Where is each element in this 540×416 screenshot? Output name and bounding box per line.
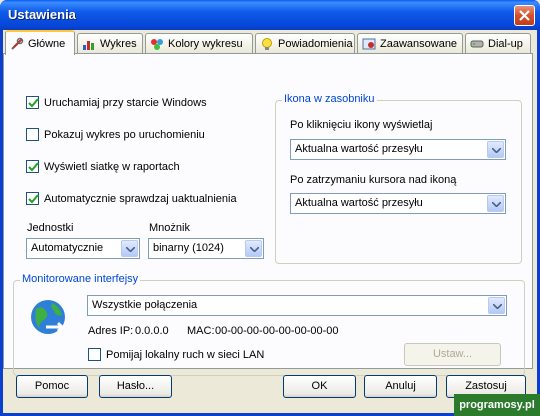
dropdown-button[interactable]	[245, 240, 262, 257]
watermark: programosy.pl	[454, 394, 540, 416]
tab-dialup[interactable]: Dial-up	[465, 33, 531, 54]
tab-label: Dial-up	[488, 38, 523, 50]
settings-window: Ustawienia Główne Wykres Kolory wykresu …	[0, 0, 540, 416]
dropdown-button[interactable]	[488, 297, 505, 314]
network-globe-icon	[28, 297, 70, 342]
checkmark-icon	[28, 194, 39, 204]
interfaces-group: Monitorowane interfejsy Wszystkie połącz…	[13, 273, 525, 376]
close-icon	[519, 10, 530, 21]
chevron-down-icon	[493, 304, 502, 309]
checkmark-icon	[28, 162, 39, 172]
chevron-down-icon	[250, 247, 259, 252]
show-chart-checkbox[interactable]: Pokazuj wykres po uruchomieniu	[26, 128, 205, 141]
tab-general[interactable]: Główne	[5, 30, 75, 55]
modem-icon	[470, 37, 484, 51]
checkbox-box[interactable]	[88, 348, 101, 361]
lightbulb-icon	[260, 37, 274, 51]
checkmark-icon	[28, 98, 39, 108]
checkbox-label: Uruchamiaj przy starcie Windows	[44, 96, 207, 109]
startup-checkbox[interactable]: Uruchamiaj przy starcie Windows	[26, 96, 207, 109]
tray-hover-select[interactable]: Aktualna wartość przesyłu	[290, 193, 506, 214]
checkbox-label: Wyświetl siatkę w raportach	[44, 160, 180, 173]
tab-strip: Główne Wykres Kolory wykresu Powiadomien…	[3, 30, 537, 55]
checkbox-box[interactable]	[26, 192, 39, 205]
interface-value: Wszystkie połączenia	[92, 299, 198, 311]
units-label: Jednostki	[27, 222, 74, 234]
tab-chart[interactable]: Wykres	[77, 33, 143, 54]
updates-checkbox[interactable]: Automatycznie sprawdzaj uaktualnienia	[26, 192, 237, 205]
tab-notifications[interactable]: Powiadomienia	[255, 33, 355, 54]
ok-button[interactable]: OK	[283, 375, 356, 398]
tray-click-select[interactable]: Aktualna wartość przesyłu	[290, 139, 506, 160]
group-title: Ikona w zasobniku	[282, 93, 377, 105]
tray-hover-label: Po zatrzymaniu kursora nad ikoną	[290, 174, 457, 186]
chart-icon	[82, 37, 96, 51]
tab-advanced[interactable]: Zaawansowane	[357, 33, 463, 54]
tab-label: Wykres	[100, 38, 137, 50]
ip-value: 0.0.0.0	[135, 325, 169, 337]
units-select[interactable]: Automatycznie	[26, 238, 140, 259]
ignore-lan-checkbox[interactable]: Pomijaj lokalny ruch w sieci LAN	[88, 348, 264, 361]
tools-icon	[10, 37, 24, 51]
checkbox-label: Automatycznie sprawdzaj uaktualnienia	[44, 192, 237, 205]
chevron-down-icon	[126, 247, 135, 252]
help-button[interactable]: Pomoc	[16, 375, 88, 398]
chevron-down-icon	[492, 202, 501, 207]
tab-label: Kolory wykresu	[168, 38, 243, 50]
dropdown-button[interactable]	[487, 195, 504, 212]
cancel-button[interactable]: Anuluj	[364, 375, 437, 398]
multiplier-select[interactable]: binarny (1024)	[148, 238, 264, 259]
tray-icon-group: Ikona w zasobniku Po kliknięciu ikony wy…	[275, 93, 522, 264]
checkbox-box[interactable]	[26, 96, 39, 109]
tray-click-label: Po kliknięciu ikony wyświetlaj	[290, 119, 433, 131]
tab-label: Powiadomienia	[278, 38, 353, 50]
interface-settings-button[interactable]: Ustaw...	[404, 343, 501, 366]
mac-label: MAC:	[187, 325, 215, 337]
tab-label: Zaawansowane	[380, 38, 458, 50]
chevron-down-icon	[492, 148, 501, 153]
dropdown-button[interactable]	[121, 240, 138, 257]
interface-select[interactable]: Wszystkie połączenia	[87, 295, 507, 316]
checkbox-label: Pomijaj lokalny ruch w sieci LAN	[106, 348, 265, 361]
dropdown-button[interactable]	[487, 141, 504, 158]
group-title: Monitorowane interfejsy	[20, 273, 141, 285]
checkbox-box[interactable]	[26, 160, 39, 173]
multiplier-value: binarny (1024)	[153, 242, 224, 254]
checkbox-box[interactable]	[26, 128, 39, 141]
units-value: Automatycznie	[31, 242, 104, 254]
tray-hover-value: Aktualna wartość przesyłu	[295, 197, 423, 209]
title-bar[interactable]: Ustawienia	[0, 0, 540, 30]
checkbox-label: Pokazuj wykres po uruchomieniu	[44, 128, 205, 141]
close-button[interactable]	[514, 5, 535, 26]
password-button[interactable]: Hasło...	[99, 375, 172, 398]
tab-label: Główne	[28, 37, 66, 50]
mac-value: 00-00-00-00-00-00-00-00	[215, 325, 339, 337]
window-title: Ustawienia	[8, 7, 76, 22]
multiplier-label: Mnożnik	[149, 222, 190, 234]
settings-icon	[362, 37, 376, 51]
general-panel: Uruchamiaj przy starcie Windows Pokazuj …	[3, 53, 533, 376]
tab-chart-colors[interactable]: Kolory wykresu	[145, 33, 253, 54]
tray-click-value: Aktualna wartość przesyłu	[295, 143, 423, 155]
dialog-client: Główne Wykres Kolory wykresu Powiadomien…	[3, 30, 537, 413]
palette-icon	[150, 37, 164, 51]
ip-label: Adres IP:	[88, 325, 134, 337]
grid-checkbox[interactable]: Wyświetl siatkę w raportach	[26, 160, 180, 173]
